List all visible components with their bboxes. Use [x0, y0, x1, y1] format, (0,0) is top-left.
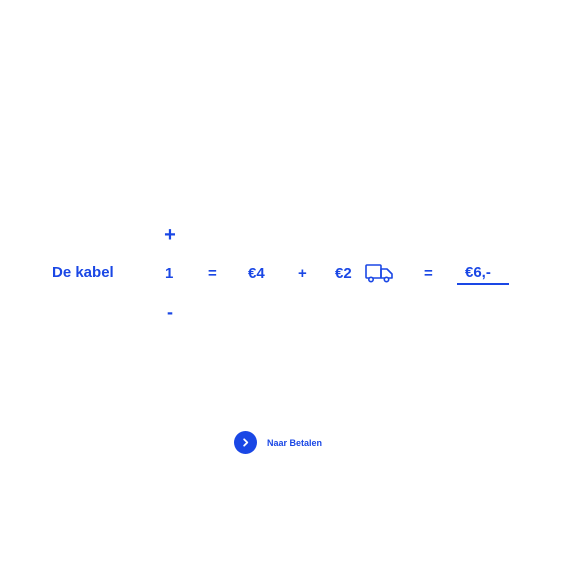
cart-page: De kabel + 1 - = €4 + €2 = €6,- Naar Bet…: [0, 0, 575, 575]
checkout-circle[interactable]: [234, 431, 257, 454]
total-underline: [457, 283, 509, 285]
equals-sign: =: [208, 265, 217, 282]
product-name: De kabel: [52, 264, 114, 281]
checkout-button[interactable]: Naar Betalen: [234, 431, 322, 454]
quantity-decrement-button[interactable]: -: [163, 303, 177, 321]
shipping-price: €2: [335, 265, 352, 282]
total-price: €6,-: [465, 264, 491, 281]
quantity-increment-button[interactable]: +: [162, 225, 178, 245]
chevron-right-icon: [243, 438, 249, 447]
quantity-value: 1: [165, 265, 174, 282]
plus-sign: +: [298, 265, 307, 282]
equals-sign-total: =: [424, 265, 433, 282]
unit-price: €4: [248, 265, 265, 282]
checkout-label[interactable]: Naar Betalen: [267, 438, 322, 448]
truck-icon: [365, 264, 393, 283]
